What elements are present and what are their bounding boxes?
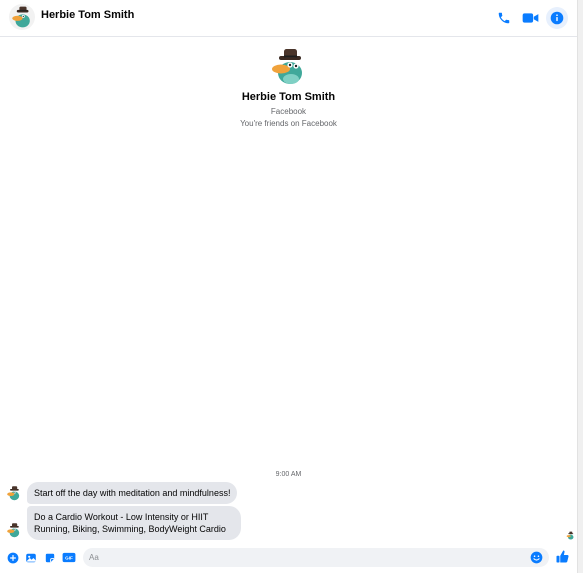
message-text-line: Do a Cardio Workout - Low Intensity or H…: [34, 512, 209, 522]
seen-avatar-icon: [566, 531, 575, 540]
image-icon: [25, 553, 36, 562]
contact-avatar[interactable]: [9, 4, 35, 30]
sender-avatar[interactable]: [6, 485, 22, 501]
gif-button[interactable]: GIF: [62, 551, 76, 564]
thumbs-up-icon[interactable]: [555, 549, 570, 564]
chat-window: Herbie Tom Smith Herbie Tom Smith Facebo…: [0, 0, 577, 573]
profile-platform: Facebook: [270, 107, 307, 116]
gif-label: GIF: [65, 556, 73, 561]
more-actions-button[interactable]: [6, 551, 19, 564]
contact-name[interactable]: Herbie Tom Smith: [41, 9, 134, 21]
message-text-line: Running, Biking, Swimming, BodyWeight Ca…: [34, 524, 226, 534]
profile-intro: Herbie Tom Smith Facebook You're friends…: [0, 46, 577, 128]
attach-image-button[interactable]: [24, 551, 37, 564]
plus-icon: [7, 552, 18, 563]
message-bubble[interactable]: Do a Cardio Workout - Low Intensity or H…: [27, 506, 241, 540]
message-composer: GIF: [0, 545, 577, 573]
profile-name: Herbie Tom Smith: [241, 91, 336, 103]
scrollbar[interactable]: [577, 0, 583, 573]
sender-avatar[interactable]: [6, 522, 22, 538]
conversation-info-button[interactable]: [546, 7, 568, 29]
message-input[interactable]: [89, 550, 519, 565]
message-bubble[interactable]: Start off the day with meditation and mi…: [27, 482, 238, 504]
info-icon: [550, 11, 564, 25]
audio-call-button[interactable]: [494, 8, 514, 28]
phone-icon: [498, 12, 510, 24]
message-timestamp: 9:00 AM: [275, 471, 302, 478]
sticker-button[interactable]: [43, 551, 56, 564]
message-input-container[interactable]: [83, 548, 549, 567]
chat-header: Herbie Tom Smith: [0, 0, 577, 37]
emoji-icon[interactable]: [530, 551, 543, 564]
video-call-button[interactable]: [520, 8, 540, 28]
gif-icon: GIF: [62, 552, 76, 563]
profile-avatar[interactable]: [268, 46, 309, 86]
message-text: Start off the day with meditation and mi…: [34, 488, 231, 498]
sticker-icon: [45, 553, 54, 562]
friendship-status: You're friends on Facebook: [240, 119, 337, 128]
video-icon: [522, 13, 538, 23]
